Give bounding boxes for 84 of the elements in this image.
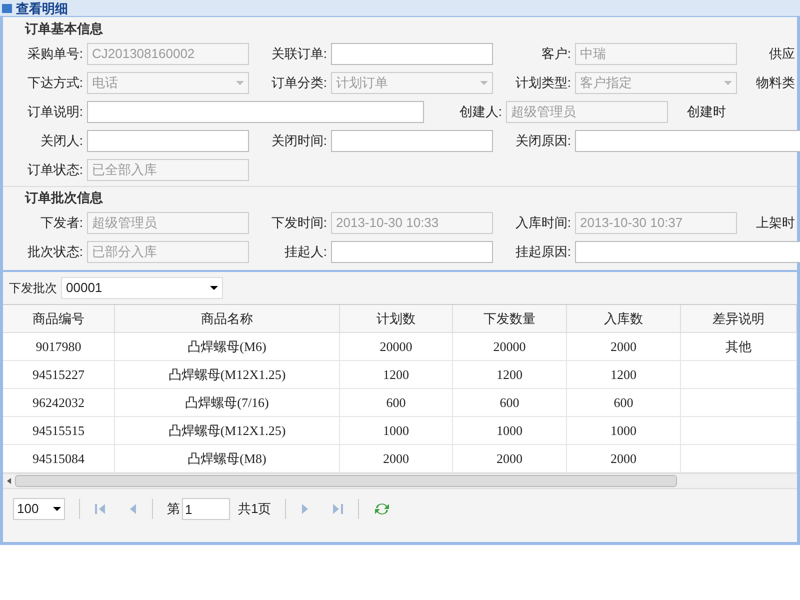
field-label: 采购单号: (27, 44, 84, 63)
input-field[interactable] (331, 130, 493, 152)
table-cell: 94515084 (3, 445, 115, 472)
field-label: 物料类 (756, 74, 796, 92)
page-label: 第 (167, 500, 180, 518)
window-icon (2, 4, 12, 12)
table-cell: 600 (340, 389, 453, 416)
table-cell: 20000 (340, 333, 453, 360)
table-cell: 20000 (453, 333, 567, 360)
input-field[interactable] (87, 130, 249, 152)
table-cell: 1000 (340, 417, 453, 444)
table-cell: 凸焊螺母(M12X1.25) (115, 417, 340, 444)
field-label: 批次状态: (27, 242, 84, 261)
total-pages-label: 共1页 (238, 500, 272, 518)
next-page-icon[interactable] (300, 503, 310, 515)
input-field[interactable] (331, 240, 493, 262)
input-field[interactable] (87, 100, 424, 122)
input-field[interactable] (331, 42, 493, 64)
column-header[interactable]: 差异说明 (681, 305, 797, 332)
table-cell: 94515515 (3, 417, 115, 444)
field-label: 入库时间: (515, 214, 572, 232)
field-label: 订单分类: (271, 74, 328, 92)
field-label: 客户: (541, 44, 572, 63)
column-header[interactable]: 计划数 (340, 305, 453, 332)
caret-icon (53, 507, 61, 511)
input-field[interactable] (575, 240, 800, 262)
field-label: 供应 (769, 44, 796, 63)
input-field[interactable] (575, 130, 800, 152)
table-cell: 600 (453, 389, 567, 416)
field-label: 下发者: (40, 214, 84, 232)
table-cell: 94515227 (3, 361, 115, 388)
table-cell: 凸焊螺母(7/16) (115, 389, 340, 416)
table-cell: 其他 (681, 333, 797, 360)
horizontal-scrollbar[interactable] (3, 473, 797, 489)
field-label: 关闭原因: (515, 132, 572, 150)
field-label: 订单状态: (27, 160, 84, 179)
caret-icon (236, 80, 244, 84)
field-label: 创建时 (687, 102, 727, 121)
table-cell: 9017980 (3, 333, 115, 360)
table-cell: 1000 (567, 417, 681, 444)
page-size-select[interactable]: 100 (13, 498, 65, 520)
table-cell: 1000 (453, 417, 567, 444)
group-title: 订单基本信息 (24, 20, 103, 38)
field-label: 订单说明: (27, 102, 84, 121)
table-cell: 2000 (453, 445, 567, 472)
field-label: 创建人: (459, 102, 503, 121)
caret-icon (724, 80, 732, 84)
refresh-icon[interactable] (373, 501, 392, 517)
field-label: 计划类型: (515, 74, 572, 92)
field-label: 关闭时间: (271, 132, 328, 150)
table-cell: 凸焊螺母(M8) (115, 445, 340, 472)
field-label: 下发时间: (271, 214, 328, 232)
previous-page-icon[interactable] (128, 503, 138, 515)
window-title: 查看明细 (16, 0, 68, 16)
caret-icon (480, 80, 488, 84)
field-label: 上架时 (756, 214, 796, 232)
table-cell: 96242032 (3, 389, 115, 416)
table-cell: 1200 (340, 361, 453, 388)
page-input[interactable]: 1 (182, 498, 230, 520)
field-label: 关联订单: (271, 44, 328, 63)
field-label: 下达方式: (27, 74, 84, 92)
field-label: 关闭人: (40, 132, 84, 150)
batch-label: 下发批次 (9, 280, 57, 297)
group-title: 订单批次信息 (24, 189, 103, 207)
field-label: 挂起人: (284, 242, 328, 261)
table-cell: 凸焊螺母(M12X1.25) (115, 361, 340, 388)
table-cell: 2000 (340, 445, 453, 472)
field-label: 挂起原因: (515, 242, 572, 261)
table-cell: 2000 (567, 445, 681, 472)
table-cell: 600 (567, 389, 681, 416)
column-header[interactable]: 商品编号 (3, 305, 115, 332)
column-header[interactable]: 下发数量 (453, 305, 567, 332)
batch-select[interactable]: 00001 (61, 277, 223, 299)
scrollbar-thumb[interactable] (15, 475, 677, 487)
column-header[interactable]: 入库数 (567, 305, 681, 332)
table-cell: 1200 (453, 361, 567, 388)
column-header[interactable]: 商品名称 (115, 305, 340, 332)
caret-icon (210, 286, 218, 290)
last-page-icon[interactable] (332, 503, 344, 515)
table-cell: 1200 (567, 361, 681, 388)
table-cell: 2000 (567, 333, 681, 360)
table-cell: 凸焊螺母(M6) (115, 333, 340, 360)
first-page-icon[interactable] (94, 503, 106, 515)
scroll-left-icon[interactable] (7, 478, 11, 484)
